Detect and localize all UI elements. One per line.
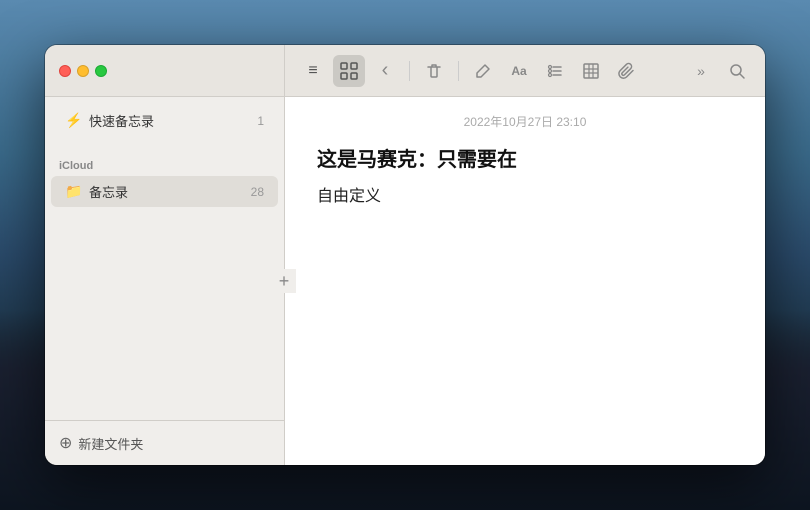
delete-button[interactable] [418,55,450,87]
add-note-button[interactable]: + [272,269,296,293]
new-folder-button[interactable]: ⊕ 新建文件夹 [59,433,270,453]
toolbar-divider-2 [458,61,459,81]
toolbar-divider-1 [409,61,410,81]
maximize-button[interactable] [95,65,107,77]
edit-button[interactable] [467,55,499,87]
content-area: + ⚡ 快速备忘录 1 iCloud 📁 备忘录 28 [45,97,765,465]
note-timestamp: 2022年10月27日 23:10 [285,97,765,142]
grid-view-button[interactable] [333,55,365,87]
quick-notes-count: 1 [257,114,264,128]
checklist-button[interactable] [539,55,571,87]
folder-icon: 📁 [65,183,81,200]
note-content: 这是马赛克：只需要在 自由定义 [285,142,765,234]
lightning-icon: ⚡ [65,112,81,129]
close-button[interactable] [59,65,71,77]
table-button[interactable] [575,55,607,87]
main-toolbar: ≡ ‹ Aa [285,45,765,96]
new-folder-label: 新建文件夹 [78,434,143,453]
quick-notes-section: ⚡ 快速备忘录 1 [45,97,284,144]
more-button[interactable]: » [685,55,717,87]
minimize-button[interactable] [77,65,89,77]
add-folder-icon: ⊕ [59,433,72,453]
traffic-lights [59,65,107,77]
search-button[interactable] [721,55,753,87]
toolbar: ≡ ‹ Aa [45,45,765,97]
back-button[interactable]: ‹ [369,55,401,87]
font-button[interactable]: Aa [503,55,535,87]
attach-button[interactable] [611,55,643,87]
note-title: 这是马赛克：只需要在 [317,146,733,174]
notes-count: 28 [251,185,264,199]
list-view-button[interactable]: ≡ [297,55,329,87]
quick-notes-label: 快速备忘录 [89,111,249,130]
sidebar-item-quick-notes[interactable]: ⚡ 快速备忘录 1 [51,105,278,136]
notes-label: 备忘录 [89,182,243,201]
icloud-header: iCloud [45,152,284,176]
sidebar-footer: ⊕ 新建文件夹 [45,420,284,465]
sidebar-item-notes[interactable]: 📁 备忘录 28 [51,176,278,207]
icloud-section: iCloud 📁 备忘录 28 [45,144,284,215]
sidebar: + ⚡ 快速备忘录 1 iCloud 📁 备忘录 28 [45,97,285,465]
note-body: 自由定义 [317,184,733,210]
sidebar-toolbar [45,45,285,96]
app-window: ≡ ‹ Aa [45,45,765,465]
note-area[interactable]: 2022年10月27日 23:10 这是马赛克：只需要在 自由定义 [285,97,765,465]
